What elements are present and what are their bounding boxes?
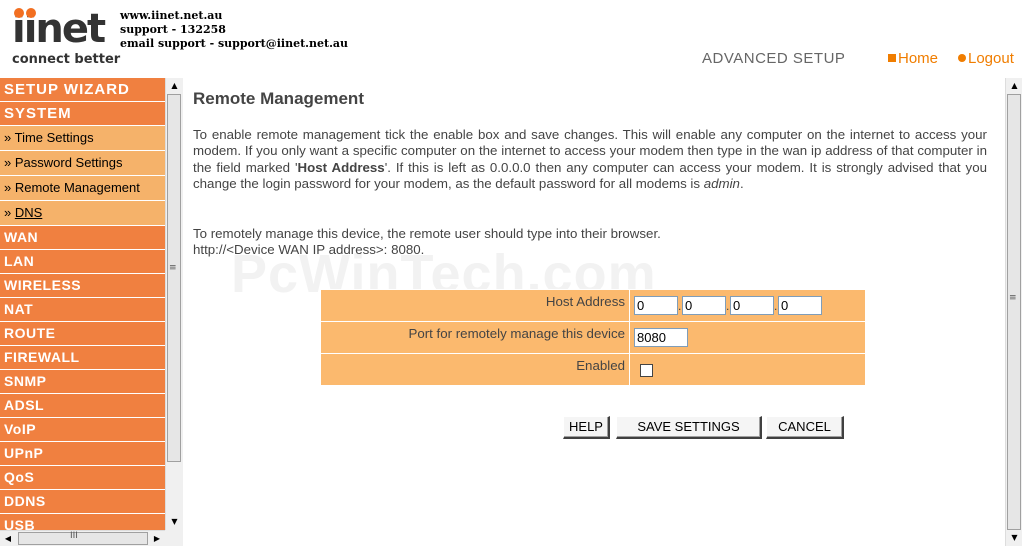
sidebar-menu: SETUP WIZARD SYSTEM » Time Settings » Pa… bbox=[0, 78, 165, 538]
scroll-right-icon[interactable]: ▶ bbox=[149, 531, 165, 546]
sidebar-item-lan[interactable]: LAN bbox=[0, 250, 165, 274]
grip-icon: III bbox=[70, 531, 78, 541]
round-bullet-icon bbox=[958, 54, 966, 62]
scroll-up-icon[interactable]: ▲ bbox=[166, 78, 183, 94]
sidebar-item-adsl[interactable]: ADSL bbox=[0, 394, 165, 418]
enabled-label: Enabled bbox=[320, 353, 630, 386]
scrollbar-thumb[interactable] bbox=[167, 94, 181, 462]
contact-website: www.iinet.net.au bbox=[120, 9, 223, 22]
main-content: PcWinTech.com Remote Management To enabl… bbox=[183, 78, 1005, 546]
contact-email: email support - support@iinet.net.au bbox=[120, 37, 349, 50]
remote-management-form: Host Address ... Port for remotely manag… bbox=[320, 289, 866, 386]
remote-instructions: To remotely manage this device, the remo… bbox=[193, 226, 987, 258]
scrollbar-thumb[interactable] bbox=[1007, 94, 1021, 530]
page-title: Remote Management bbox=[193, 89, 364, 108]
contact-info: www.iinet.net.au support - 132258 email … bbox=[120, 9, 348, 51]
sidebar-item-dns[interactable]: » DNS bbox=[0, 201, 165, 226]
logo-dot-icon bbox=[14, 8, 24, 18]
port-row: Port for remotely manage this device bbox=[320, 321, 866, 354]
sidebar-item-wireless[interactable]: WIRELESS bbox=[0, 274, 165, 298]
host-address-inputs: ... bbox=[629, 289, 866, 322]
iinet-logo: iinet connect better bbox=[12, 6, 120, 70]
description: To enable remote management tick the ena… bbox=[193, 127, 987, 192]
left-horizontal-scrollbar[interactable]: ◀ III ▶ bbox=[0, 530, 165, 546]
port-label: Port for remotely manage this device bbox=[320, 321, 630, 354]
port-input[interactable] bbox=[634, 328, 688, 347]
contact-support: support - 132258 bbox=[120, 23, 226, 36]
logout-link[interactable]: Logout bbox=[958, 50, 1014, 67]
logo-dot-icon bbox=[26, 8, 36, 18]
grip-icon: ≡ bbox=[1009, 293, 1017, 303]
sidebar-item-snmp[interactable]: SNMP bbox=[0, 370, 165, 394]
enabled-checkbox[interactable] bbox=[640, 363, 653, 377]
cancel-button[interactable]: CANCEL bbox=[766, 416, 844, 439]
instructions-line: To remotely manage this device, the remo… bbox=[193, 226, 661, 241]
header: iinet connect better www.iinet.net.au su… bbox=[0, 0, 1022, 78]
sidebar-item-time-settings[interactable]: » Time Settings bbox=[0, 126, 165, 151]
sidebar-item-setup-wizard[interactable]: SETUP WIZARD bbox=[0, 78, 165, 102]
scroll-down-icon[interactable]: ▼ bbox=[1006, 530, 1022, 546]
host-address-row: Host Address ... bbox=[320, 289, 866, 322]
left-vertical-scrollbar[interactable]: ▲ ≡ ▼ bbox=[165, 78, 183, 530]
host-octet-3-input[interactable] bbox=[730, 296, 774, 315]
logout-link-label: Logout bbox=[968, 50, 1014, 67]
sidebar-item-qos[interactable]: QoS bbox=[0, 466, 165, 490]
home-link[interactable]: Home bbox=[888, 50, 938, 67]
sidebar-item-route[interactable]: ROUTE bbox=[0, 322, 165, 346]
sidebar-item-prefix: » bbox=[4, 205, 15, 220]
host-octet-4-input[interactable] bbox=[778, 296, 822, 315]
left-menu-frame: SETUP WIZARD SYSTEM » Time Settings » Pa… bbox=[0, 78, 183, 546]
scrollbar-thumb[interactable] bbox=[18, 532, 148, 545]
sidebar-item-label: DNS bbox=[14, 205, 43, 220]
scroll-up-icon[interactable]: ▲ bbox=[1006, 78, 1022, 94]
scroll-down-icon[interactable]: ▼ bbox=[166, 514, 183, 530]
host-octet-2-input[interactable] bbox=[682, 296, 726, 315]
sidebar-item-system[interactable]: SYSTEM bbox=[0, 102, 165, 126]
home-link-label: Home bbox=[898, 50, 939, 67]
scroll-left-icon[interactable]: ◀ bbox=[0, 531, 16, 546]
sidebar-item-nat[interactable]: NAT bbox=[0, 298, 165, 322]
sidebar-item-firewall[interactable]: FIREWALL bbox=[0, 346, 165, 370]
desc-italic: admin bbox=[703, 175, 740, 191]
sidebar-item-voip[interactable]: VoIP bbox=[0, 418, 165, 442]
enabled-cell bbox=[629, 353, 866, 386]
enabled-row: Enabled bbox=[320, 353, 866, 386]
sidebar-item-password-settings[interactable]: » Password Settings bbox=[0, 151, 165, 176]
sidebar-item-ddns[interactable]: DDNS bbox=[0, 490, 165, 514]
host-octet-1-input[interactable] bbox=[634, 296, 678, 315]
sidebar-item-wan[interactable]: WAN bbox=[0, 226, 165, 250]
desc-bold: Host Address bbox=[297, 159, 385, 175]
sidebar-item-upnp[interactable]: UPnP bbox=[0, 442, 165, 466]
grip-icon: ≡ bbox=[169, 263, 177, 273]
main-vertical-scrollbar[interactable]: ▲ ≡ ▼ bbox=[1005, 78, 1022, 546]
help-button[interactable]: HELP bbox=[563, 416, 610, 439]
instructions-url: http://<Device WAN IP address>: 8080. bbox=[193, 242, 425, 257]
port-cell bbox=[629, 321, 866, 354]
logo-tagline: connect better bbox=[12, 52, 121, 67]
save-settings-button[interactable]: SAVE SETTINGS bbox=[616, 416, 762, 439]
desc-text: . bbox=[739, 175, 744, 191]
host-address-label: Host Address bbox=[320, 289, 630, 322]
section-title: ADVANCED SETUP bbox=[702, 50, 846, 67]
sidebar-item-remote-management[interactable]: » Remote Management bbox=[0, 176, 165, 201]
square-bullet-icon bbox=[888, 54, 896, 62]
